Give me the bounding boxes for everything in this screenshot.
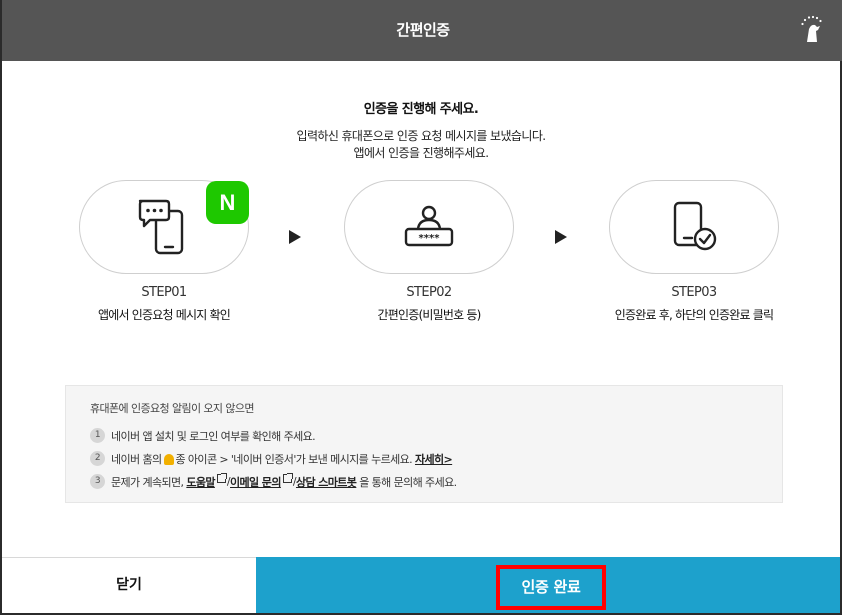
notice-heading: 휴대폰에 인증요청 알림이 오지 않으면: [90, 402, 255, 415]
step-2-pill: ****: [344, 180, 514, 274]
smartbot-link[interactable]: 상담 스마트봇: [296, 474, 357, 490]
svg-text:****: ****: [419, 233, 441, 244]
dialog-header: 간편인증: [2, 0, 842, 61]
list-item: 3 문제가 계속되면, 도움말 / 이메일 문의 / 상담 스마트봇 을 통해 …: [90, 471, 758, 492]
notice-text: 네이버 홈의: [111, 452, 162, 466]
external-link-icon: [282, 473, 293, 483]
notice-text: 문제가 계속되면,: [111, 475, 184, 489]
notice-text: 을 통해 문의해 주세요.: [359, 475, 457, 489]
list-item: 1 네이버 앱 설치 및 로그인 여부를 확인해 주세요.: [90, 425, 758, 446]
step-2-label: STEP02: [406, 285, 452, 300]
intro-section: 인증을 진행해 주세요. 입력하신 휴대폰으로 인증 요청 메시지를 보냈습니다…: [2, 100, 840, 162]
intro-line-2: 앱에서 인증을 진행해주세요.: [353, 146, 490, 160]
step-2-desc: 간편인증(비밀번호 등): [377, 308, 482, 322]
naver-badge: N: [206, 181, 249, 224]
step-2: **** STEP02 간편인증(비밀번호 등): [344, 180, 514, 324]
details-link[interactable]: 자세히>: [415, 451, 453, 467]
notice-text: 네이버 앱 설치 및 로그인 여부를 확인해 주세요.: [111, 429, 316, 443]
dialog-title: 간편인증: [396, 21, 450, 39]
phone-check-icon: [673, 201, 717, 251]
number-badge: 1: [90, 428, 105, 443]
intro-subtext: 입력하신 휴대폰으로 인증 요청 메시지를 보냈습니다. 앱에서 인증을 진행해…: [2, 128, 840, 162]
step-3-label: STEP03: [671, 285, 717, 300]
dialog-footer: 닫기 인증 완료: [2, 557, 840, 613]
intro-line-1: 입력하신 휴대폰으로 인증 요청 메시지를 보냈습니다.: [296, 129, 547, 143]
email-inquiry-link[interactable]: 이메일 문의: [230, 474, 281, 490]
step-3-pill: [609, 180, 779, 274]
auth-dialog: 간편인증 인증을 진행해 주세요. 입력하신 휴대폰으로 인증 요청 메시지를 …: [0, 0, 842, 615]
logo-icon: [801, 15, 822, 42]
external-link-icon: [216, 473, 227, 483]
step-3: STEP03 인증완료 후, 하단의 인증완료 클릭: [609, 180, 779, 324]
notice-list: 1 네이버 앱 설치 및 로그인 여부를 확인해 주세요. 2 네이버 홈의 종…: [90, 425, 758, 492]
step-3-desc: 인증완료 후, 하단의 인증완료 클릭: [614, 308, 774, 322]
auth-complete-label: 인증 완료: [496, 565, 606, 610]
notice-text: 종 아이콘 > '네이버 인증서'가 보낸 메시지를 누르세요.: [175, 452, 413, 466]
close-button[interactable]: 닫기: [2, 557, 256, 613]
list-item: 2 네이버 홈의 종 아이콘 > '네이버 인증서'가 보낸 메시지를 누르세요…: [90, 448, 758, 469]
number-badge: 2: [90, 451, 105, 466]
phone-message-icon: [138, 199, 184, 255]
bell-icon: [163, 454, 174, 465]
password-user-icon: ****: [404, 205, 454, 247]
step-1-label: STEP01: [141, 285, 187, 300]
step-1-desc: 앱에서 인증요청 메시지 확인: [98, 308, 231, 322]
help-link[interactable]: 도움말: [186, 474, 215, 490]
number-badge: 3: [90, 474, 105, 489]
arrow-right-icon: [555, 230, 567, 244]
intro-title: 인증을 진행해 주세요.: [363, 102, 479, 117]
notice-box: 휴대폰에 인증요청 알림이 오지 않으면 1 네이버 앱 설치 및 로그인 여부…: [65, 385, 783, 503]
arrow-right-icon: [289, 230, 301, 244]
auth-complete-button[interactable]: 인증 완료: [256, 557, 840, 613]
